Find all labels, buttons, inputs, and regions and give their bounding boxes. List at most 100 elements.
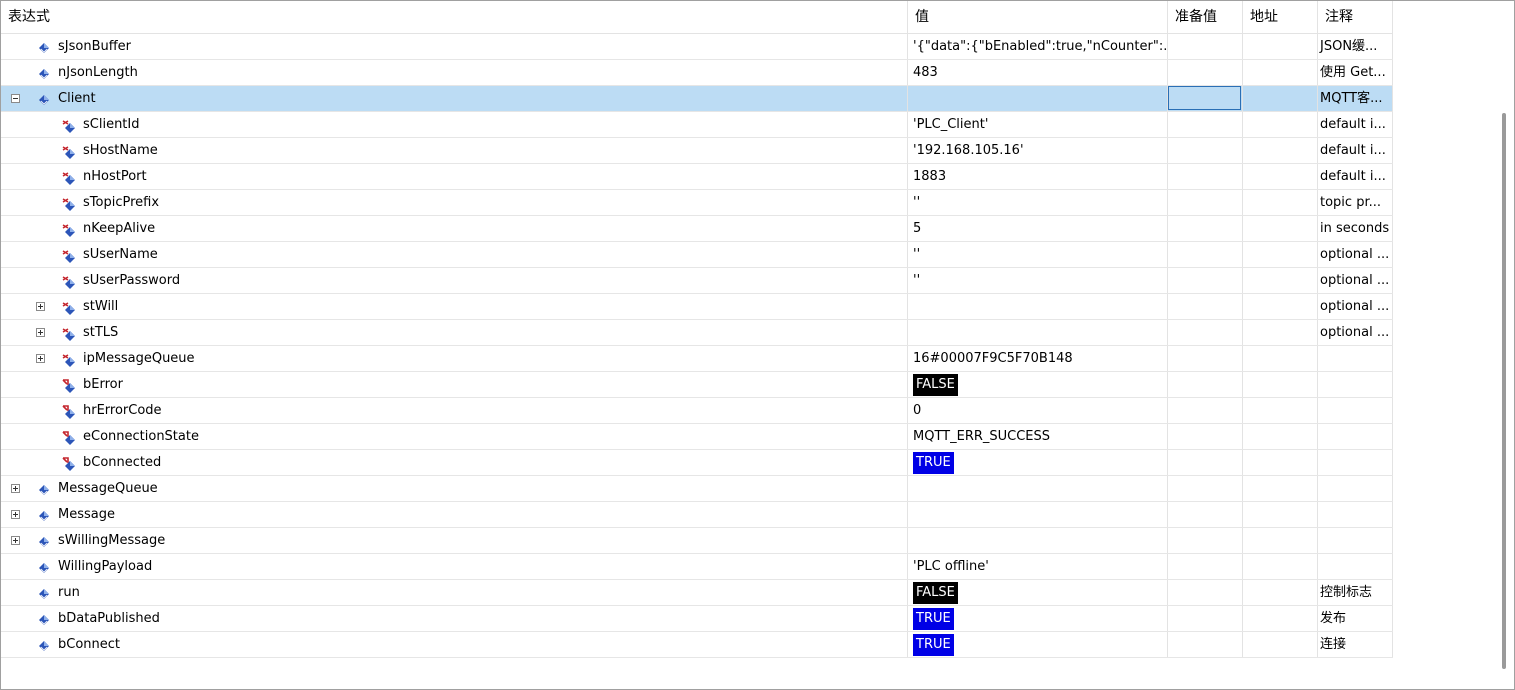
- table-row[interactable]: stTLS optional ...: [1, 320, 1393, 346]
- address-cell: [1243, 294, 1318, 319]
- table-row[interactable]: sUserName '' optional ...: [1, 242, 1393, 268]
- table-row[interactable]: bConnect TRUE 连接: [1, 632, 1393, 658]
- value-cell[interactable]: [908, 476, 1168, 501]
- expression-cell: hrErrorCode: [1, 398, 908, 423]
- prepared-value-cell[interactable]: [1168, 320, 1243, 345]
- prepared-value-cell[interactable]: [1168, 164, 1243, 189]
- prepared-value-cell[interactable]: [1168, 580, 1243, 605]
- prepared-value-cell[interactable]: [1168, 476, 1243, 501]
- value-text: MQTT_ERR_SUCCESS: [913, 429, 1051, 444]
- table-row[interactable]: WillingPayload 'PLC offline': [1, 554, 1393, 580]
- table-row[interactable]: bDataPublished TRUE 发布: [1, 606, 1393, 632]
- table-row[interactable]: nHostPort 1883 default i...: [1, 164, 1393, 190]
- comment-cell: [1318, 502, 1393, 527]
- value-cell[interactable]: FALSE: [908, 580, 1168, 605]
- comment-cell: optional ...: [1318, 294, 1393, 319]
- value-cell[interactable]: '192.168.105.16': [908, 138, 1168, 163]
- table-row[interactable]: Client MQTT客...: [1, 86, 1393, 112]
- expand-icon[interactable]: [11, 510, 20, 519]
- prepared-value-cell[interactable]: [1168, 60, 1243, 85]
- value-cell[interactable]: TRUE: [908, 632, 1168, 657]
- address-cell: [1243, 216, 1318, 241]
- value-cell[interactable]: 5: [908, 216, 1168, 241]
- prepared-value-cell[interactable]: [1168, 346, 1243, 371]
- value-cell[interactable]: MQTT_ERR_SUCCESS: [908, 424, 1168, 449]
- value-cell[interactable]: FALSE: [908, 372, 1168, 397]
- value-cell[interactable]: '{"data":{"bEnabled":true,"nCounter":...: [908, 34, 1168, 59]
- table-row[interactable]: run FALSE 控制标志: [1, 580, 1393, 606]
- address-cell: [1243, 268, 1318, 293]
- column-header-prepared-value[interactable]: 准备值: [1168, 1, 1243, 33]
- prepared-value-cell[interactable]: [1168, 554, 1243, 579]
- value-cell[interactable]: [908, 528, 1168, 553]
- column-header-expression[interactable]: 表达式: [1, 1, 908, 33]
- table-row[interactable]: sHostName '192.168.105.16' default i...: [1, 138, 1393, 164]
- value-cell[interactable]: TRUE: [908, 450, 1168, 475]
- prepared-value-cell[interactable]: [1168, 424, 1243, 449]
- prepared-value-cell[interactable]: [1168, 112, 1243, 137]
- expand-icon[interactable]: [11, 536, 20, 545]
- prepared-value-cell[interactable]: [1168, 528, 1243, 553]
- expression-cell: Message: [1, 502, 908, 527]
- value-cell[interactable]: 'PLC offline': [908, 554, 1168, 579]
- prepared-value-cell[interactable]: [1168, 190, 1243, 215]
- value-cell[interactable]: 0: [908, 398, 1168, 423]
- value-cell[interactable]: 'PLC_Client': [908, 112, 1168, 137]
- table-row[interactable]: sJsonBuffer '{"data":{"bEnabled":true,"nC…: [1, 34, 1393, 60]
- table-row[interactable]: sWillingMessage: [1, 528, 1393, 554]
- table-row[interactable]: Message: [1, 502, 1393, 528]
- value-cell[interactable]: TRUE: [908, 606, 1168, 631]
- table-row[interactable]: hrErrorCode 0: [1, 398, 1393, 424]
- value-cell[interactable]: [908, 294, 1168, 319]
- value-cell[interactable]: '': [908, 242, 1168, 267]
- table-row[interactable]: MessageQueue: [1, 476, 1393, 502]
- expand-icon[interactable]: [11, 484, 20, 493]
- column-header-value[interactable]: 值: [908, 1, 1168, 33]
- focus-box[interactable]: [1168, 86, 1241, 110]
- table-row[interactable]: stWill optional ...: [1, 294, 1393, 320]
- expression-cell: stWill: [1, 294, 908, 319]
- prepared-value-cell[interactable]: [1168, 606, 1243, 631]
- prepared-value-cell[interactable]: [1168, 450, 1243, 475]
- value-cell[interactable]: '': [908, 268, 1168, 293]
- table-row[interactable]: sTopicPrefix '' topic pr...: [1, 190, 1393, 216]
- vertical-scrollbar[interactable]: [1494, 1, 1514, 689]
- value-cell[interactable]: [908, 320, 1168, 345]
- prepared-value-cell[interactable]: [1168, 216, 1243, 241]
- prepared-value-cell[interactable]: [1168, 398, 1243, 423]
- value-cell[interactable]: 483: [908, 60, 1168, 85]
- table-row[interactable]: ipMessageQueue 16#00007F9C5F70B148: [1, 346, 1393, 372]
- prepared-value-cell[interactable]: [1168, 632, 1243, 657]
- prepared-value-cell[interactable]: [1168, 86, 1243, 111]
- prepared-value-cell[interactable]: [1168, 34, 1243, 59]
- prepared-value-cell[interactable]: [1168, 242, 1243, 267]
- value-cell[interactable]: 16#00007F9C5F70B148: [908, 346, 1168, 371]
- prepared-value-cell[interactable]: [1168, 502, 1243, 527]
- column-header-address[interactable]: 地址: [1243, 1, 1318, 33]
- table-row[interactable]: bError FALSE: [1, 372, 1393, 398]
- expand-icon[interactable]: [36, 354, 45, 363]
- prepared-value-cell[interactable]: [1168, 372, 1243, 397]
- prepared-value-cell[interactable]: [1168, 268, 1243, 293]
- expand-icon[interactable]: [36, 302, 45, 311]
- expression-label: bDataPublished: [58, 611, 160, 626]
- column-header-comment[interactable]: 注释: [1318, 1, 1393, 33]
- collapse-icon[interactable]: [11, 94, 20, 103]
- scrollbar-thumb[interactable]: [1502, 113, 1506, 669]
- value-cell[interactable]: [908, 502, 1168, 527]
- value-cell[interactable]: 1883: [908, 164, 1168, 189]
- table-row[interactable]: nJsonLength 483 使用 Get...: [1, 60, 1393, 86]
- table-row[interactable]: sClientId 'PLC_Client' default i...: [1, 112, 1393, 138]
- value-text: 1883: [913, 169, 947, 184]
- prepared-value-cell[interactable]: [1168, 294, 1243, 319]
- expand-icon[interactable]: [36, 328, 45, 337]
- table-row[interactable]: eConnectionState MQTT_ERR_SUCCESS: [1, 424, 1393, 450]
- value-cell[interactable]: '': [908, 190, 1168, 215]
- comment-cell: 控制标志: [1318, 580, 1393, 605]
- table-row[interactable]: bConnected TRUE: [1, 450, 1393, 476]
- table-row[interactable]: nKeepAlive 5 in seconds: [1, 216, 1393, 242]
- prepared-value-cell[interactable]: [1168, 138, 1243, 163]
- value-cell[interactable]: [908, 86, 1168, 111]
- comment-cell: in seconds: [1318, 216, 1393, 241]
- table-row[interactable]: sUserPassword '' optional ...: [1, 268, 1393, 294]
